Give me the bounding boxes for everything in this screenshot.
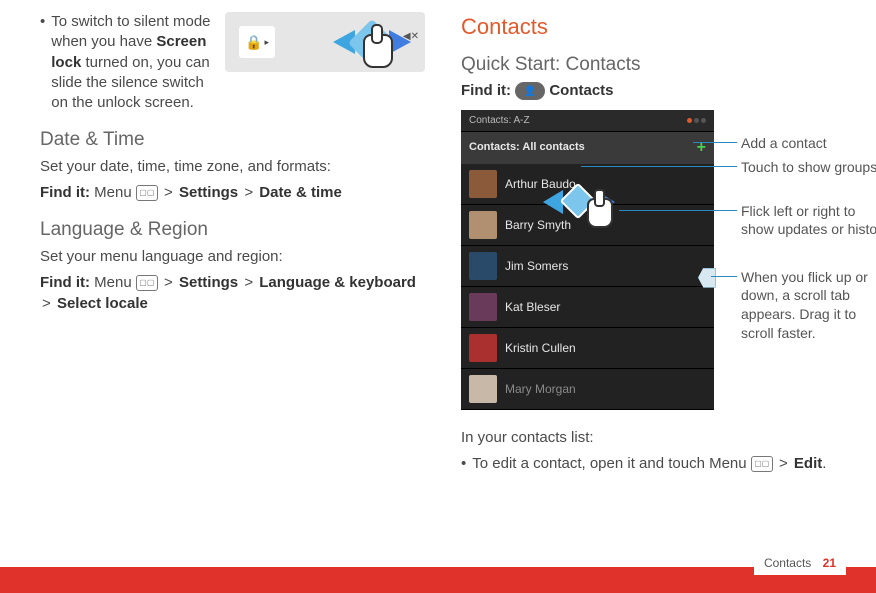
callout-groups: Touch to show groups <box>741 159 876 175</box>
add-contact-button[interactable]: + <box>697 137 706 159</box>
list-item[interactable]: Kristin Cullen <box>461 328 714 369</box>
avatar <box>469 293 497 321</box>
silent-mode-bullet: • 🔒▸ ◀✕ To switch to silent mode when yo… <box>40 12 425 113</box>
quickstart-heading: Quick Start: Contacts <box>461 52 846 78</box>
language-heading: Language & Region <box>40 217 425 243</box>
language-body: Set your menu language and region: <box>40 247 425 267</box>
date-time-body: Set your date, time, time zone, and form… <box>40 157 425 177</box>
contacts-figure: Contacts: A-Z Contacts: All contacts + A… <box>461 110 846 410</box>
callout-flick: Flick left or right to show updates or h… <box>741 203 876 238</box>
avatar <box>469 375 497 403</box>
avatar <box>469 252 497 280</box>
list-item[interactable]: Mary Morgan <box>461 369 714 410</box>
page-number: 21 <box>823 556 836 570</box>
callout-add: Add a contact <box>741 135 827 151</box>
phone-statusbar: Contacts: A-Z <box>461 110 714 132</box>
right-column: Contacts Quick Start: Contacts Find it: … <box>461 12 846 482</box>
contacts-app-icon: 👤 <box>515 82 545 100</box>
edit-bullet: • To edit a contact, open it and touch M… <box>461 454 846 474</box>
hand-pointer-icon <box>587 198 613 228</box>
menu-icon: ▢▢ <box>136 185 158 201</box>
avatar <box>469 170 497 198</box>
contacts-findit: Find it: 👤 Contacts <box>461 81 846 101</box>
language-findit: Find it: Menu ▢▢ > Settings > Language &… <box>40 273 425 314</box>
avatar <box>469 211 497 239</box>
contacts-header[interactable]: Contacts: All contacts + <box>461 131 714 164</box>
phone-screenshot: Contacts: A-Z Contacts: All contacts + A… <box>461 110 714 410</box>
lock-icon: 🔒▸ <box>239 26 275 58</box>
in-list-text: In your contacts list: <box>461 428 846 448</box>
list-item[interactable]: Jim Somers <box>461 246 714 287</box>
menu-icon: ▢▢ <box>751 456 773 472</box>
hand-pointer-icon <box>363 34 393 68</box>
date-time-heading: Date & Time <box>40 127 425 153</box>
menu-icon: ▢▢ <box>136 275 158 291</box>
footer-section: Contacts <box>764 556 811 570</box>
date-time-findit: Find it: Menu ▢▢ > Settings > Date & tim… <box>40 183 425 203</box>
page-dots-icon <box>685 114 706 128</box>
callout-scrolltab: When you flick up or down, a scroll tab … <box>741 269 868 342</box>
avatar <box>469 334 497 362</box>
list-item[interactable]: Kat Bleser <box>461 287 714 328</box>
left-column: • 🔒▸ ◀✕ To switch to silent mode when yo… <box>40 12 425 482</box>
page-footer: Contacts 21 <box>0 567 876 593</box>
unlock-slider-illustration: 🔒▸ ◀✕ <box>225 12 425 72</box>
mute-icon: ◀✕ <box>403 30 419 44</box>
bullet-dot: • <box>40 12 45 113</box>
chapter-heading: Contacts <box>461 12 846 42</box>
